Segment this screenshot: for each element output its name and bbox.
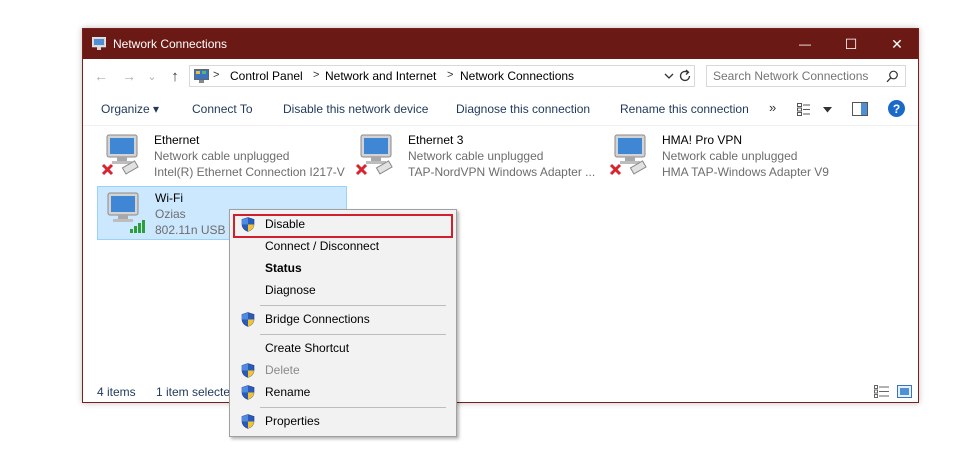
forward-button[interactable]: →	[121, 68, 137, 84]
uac-shield-icon	[241, 414, 255, 429]
address-bar[interactable]: > Control Panel > Network and Internet >…	[189, 65, 695, 87]
connection-item-hma-pro-vpn[interactable]: HMA! Pro VPN Network cable unplugged HMA…	[605, 129, 865, 181]
minimize-icon: —	[799, 37, 811, 51]
menu-item-rename[interactable]: Rename	[232, 381, 454, 403]
change-view-icon[interactable]	[797, 103, 811, 116]
command-bar: Organize ▾ Connect To Disable this netwo…	[83, 93, 918, 126]
menu-item-label: Disable	[265, 217, 306, 231]
uac-shield-icon	[241, 363, 255, 378]
menu-item-status[interactable]: Status	[232, 257, 454, 279]
rename-connection-button[interactable]: Rename this connection	[620, 102, 749, 116]
menu-item-label: Connect / Disconnect	[265, 239, 380, 253]
help-icon: ?	[892, 101, 901, 116]
refresh-icon[interactable]	[679, 69, 692, 83]
menu-separator	[260, 305, 446, 306]
menu-item-label: Delete	[265, 363, 300, 377]
minimize-button[interactable]: —	[782, 29, 828, 59]
menu-item-label: Bridge Connections	[265, 312, 370, 326]
network-connections-app-icon	[92, 37, 106, 50]
back-button[interactable]: ←	[93, 68, 109, 84]
menu-item-create-shortcut[interactable]: Create Shortcut	[232, 337, 454, 359]
search-box[interactable]	[706, 65, 906, 87]
breadcrumb-separator: >	[213, 69, 220, 81]
connection-name: Wi-Fi	[155, 191, 183, 205]
menu-item-label: Diagnose	[265, 283, 316, 297]
address-dropdown-icon[interactable]	[664, 72, 674, 80]
connection-name: Ethernet 3	[408, 133, 464, 147]
breadcrumb-control-panel[interactable]: Control Panel	[230, 69, 303, 83]
details-view-icon[interactable]	[874, 385, 890, 398]
menu-item-diagnose[interactable]: Diagnose	[232, 279, 454, 301]
connect-to-button[interactable]: Connect To	[192, 102, 253, 116]
menu-item-label: Properties	[265, 414, 320, 428]
item-count: 4 items	[97, 385, 136, 399]
network-adapter-disconnected-icon	[101, 134, 139, 176]
context-menu: Disable Connect / Disconnect Status Diag…	[229, 209, 457, 437]
menu-item-label: Status	[265, 261, 302, 275]
maximize-button[interactable]: ☐	[828, 29, 874, 59]
disable-device-button[interactable]: Disable this network device	[283, 102, 428, 116]
breadcrumb-separator: >	[313, 69, 320, 81]
search-input[interactable]	[713, 68, 878, 84]
uac-shield-icon	[241, 217, 255, 232]
network-adapter-disconnected-icon	[609, 134, 647, 176]
selection-count: 1 item selecte	[156, 385, 231, 399]
chevron-down-icon: ⌄	[147, 70, 157, 83]
breadcrumb-network-and-internet[interactable]: Network and Internet	[325, 69, 436, 83]
close-button[interactable]: ✕	[874, 29, 920, 59]
menu-item-label: Create Shortcut	[265, 341, 350, 355]
forward-arrow-icon: →	[122, 68, 136, 84]
menu-item-label: Rename	[265, 385, 311, 399]
up-button[interactable]: ↑	[167, 67, 183, 85]
breadcrumb-network-connections[interactable]: Network Connections	[460, 69, 574, 83]
network-connections-window: Network Connections — ☐ ✕ ← → ⌄ ↑ > Cont…	[82, 28, 919, 403]
preview-pane-icon[interactable]	[852, 102, 868, 116]
organize-button[interactable]: Organize ▾	[101, 102, 159, 116]
connection-name: HMA! Pro VPN	[662, 133, 743, 147]
connection-device: TAP-NordVPN Windows Adapter ...	[408, 165, 596, 179]
up-arrow-icon: ↑	[171, 67, 179, 85]
back-arrow-icon: ←	[94, 68, 108, 84]
window-title: Network Connections	[113, 37, 228, 51]
menu-item-connect-disconnect[interactable]: Connect / Disconnect	[232, 235, 454, 257]
search-icon[interactable]	[886, 70, 899, 83]
breadcrumb-separator: >	[447, 69, 454, 81]
connection-status: Network cable unplugged	[662, 149, 798, 163]
large-icons-view-icon[interactable]	[897, 385, 912, 398]
address-row: ← → ⌄ ↑ > Control Panel > Network and In…	[83, 59, 918, 93]
connection-name: Ethernet	[154, 133, 200, 147]
connection-status: Network cable unplugged	[408, 149, 544, 163]
status-bar: 4 items 1 item selecte	[83, 381, 918, 403]
uac-shield-icon	[241, 385, 255, 400]
network-adapter-disconnected-icon	[355, 134, 393, 176]
menu-item-bridge-connections[interactable]: Bridge Connections	[232, 308, 454, 330]
diagnose-connection-button[interactable]: Diagnose this connection	[456, 102, 590, 116]
view-dropdown-icon[interactable]	[823, 107, 832, 113]
connection-device: HMA TAP-Windows Adapter V9	[662, 165, 829, 179]
connection-status: Ozias	[155, 207, 186, 221]
title-bar[interactable]: Network Connections — ☐ ✕	[83, 29, 918, 59]
menu-separator	[260, 407, 446, 408]
connection-device: 802.11n USB W	[155, 223, 241, 237]
help-button[interactable]: ?	[888, 100, 905, 117]
menu-item-properties[interactable]: Properties	[232, 410, 454, 432]
menu-separator	[260, 334, 446, 335]
uac-shield-icon	[241, 312, 255, 327]
connection-device: Intel(R) Ethernet Connection I217-V	[154, 165, 345, 179]
menu-item-disable[interactable]: Disable	[232, 213, 454, 238]
menu-item-delete: Delete	[232, 359, 454, 381]
more-commands-button[interactable]: »	[769, 100, 776, 115]
wifi-adapter-connected-icon	[107, 192, 145, 233]
connection-item-ethernet[interactable]: Ethernet Network cable unplugged Intel(R…	[97, 129, 347, 181]
connection-status: Network cable unplugged	[154, 149, 290, 163]
maximize-icon: ☐	[844, 35, 858, 52]
recent-locations-button[interactable]: ⌄	[147, 68, 157, 84]
control-panel-icon	[194, 69, 209, 83]
close-icon: ✕	[891, 35, 903, 52]
connection-item-ethernet-3[interactable]: Ethernet 3 Network cable unplugged TAP-N…	[351, 129, 601, 181]
